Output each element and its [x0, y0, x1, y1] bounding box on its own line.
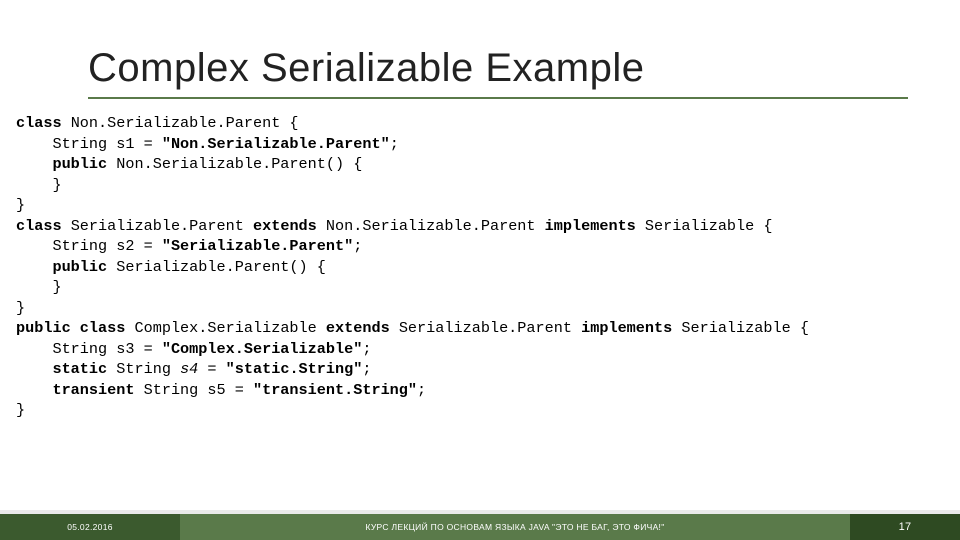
slide: Complex Serializable Example class Non.S…: [0, 0, 960, 540]
code-text: Non.Serializable.Parent {: [62, 114, 299, 132]
code-text: Serializable.Parent() {: [107, 258, 326, 276]
code-text: }: [16, 196, 25, 214]
code-text: ;: [362, 340, 371, 358]
code-text: Serializable.Parent: [62, 217, 253, 235]
kw-transient: transient: [16, 381, 134, 399]
code-text: String: [107, 360, 180, 378]
footer-date: 05.02.2016: [0, 514, 180, 540]
kw-class: class: [16, 217, 62, 235]
code-text: String s2 =: [16, 237, 162, 255]
code-text: }: [16, 299, 25, 317]
string-literal: "Complex.Serializable": [162, 340, 363, 358]
string-literal: "transient.String": [253, 381, 417, 399]
kw-public-class: public class: [16, 319, 125, 337]
kw-class: class: [16, 114, 62, 132]
string-literal: "Non.Serializable.Parent": [162, 135, 390, 153]
code-text: }: [16, 278, 62, 296]
string-literal: "Serializable.Parent": [162, 237, 353, 255]
code-text: String s1 =: [16, 135, 162, 153]
footer: 05.02.2016 КУРС ЛЕКЦИЙ ПО ОСНОВАМ ЯЗЫКА …: [0, 510, 960, 540]
title-area: Complex Serializable Example: [0, 0, 960, 91]
code-text: ;: [390, 135, 399, 153]
string-literal: "static.String": [226, 360, 363, 378]
kw-extends: extends: [253, 217, 317, 235]
kw-implements: implements: [581, 319, 672, 337]
var-name: s4: [180, 360, 198, 378]
slide-title: Complex Serializable Example: [88, 46, 960, 91]
code-text: ;: [353, 237, 362, 255]
code-text: Complex.Serializable: [125, 319, 326, 337]
code-text: Non.Serializable.Parent: [317, 217, 545, 235]
code-text: ;: [362, 360, 371, 378]
code-text: String s5 =: [134, 381, 252, 399]
code-text: Serializable.Parent: [390, 319, 581, 337]
code-text: }: [16, 401, 25, 419]
code-block: class Non.Serializable.Parent { String s…: [0, 99, 960, 421]
code-text: Serializable {: [672, 319, 809, 337]
code-text: Serializable {: [636, 217, 773, 235]
code-text: String s3 =: [16, 340, 162, 358]
footer-course-title: КУРС ЛЕКЦИЙ ПО ОСНОВАМ ЯЗЫКА JAVA "ЭТО Н…: [180, 514, 850, 540]
code-text: ;: [417, 381, 426, 399]
kw-public: public: [16, 155, 107, 173]
code-text: =: [198, 360, 225, 378]
footer-bar: 05.02.2016 КУРС ЛЕКЦИЙ ПО ОСНОВАМ ЯЗЫКА …: [0, 514, 960, 540]
code-text: Non.Serializable.Parent() {: [107, 155, 362, 173]
kw-extends: extends: [326, 319, 390, 337]
code-text: }: [16, 176, 62, 194]
kw-public: public: [16, 258, 107, 276]
footer-page-number: 17: [850, 514, 960, 540]
kw-static: static: [16, 360, 107, 378]
kw-implements: implements: [545, 217, 636, 235]
